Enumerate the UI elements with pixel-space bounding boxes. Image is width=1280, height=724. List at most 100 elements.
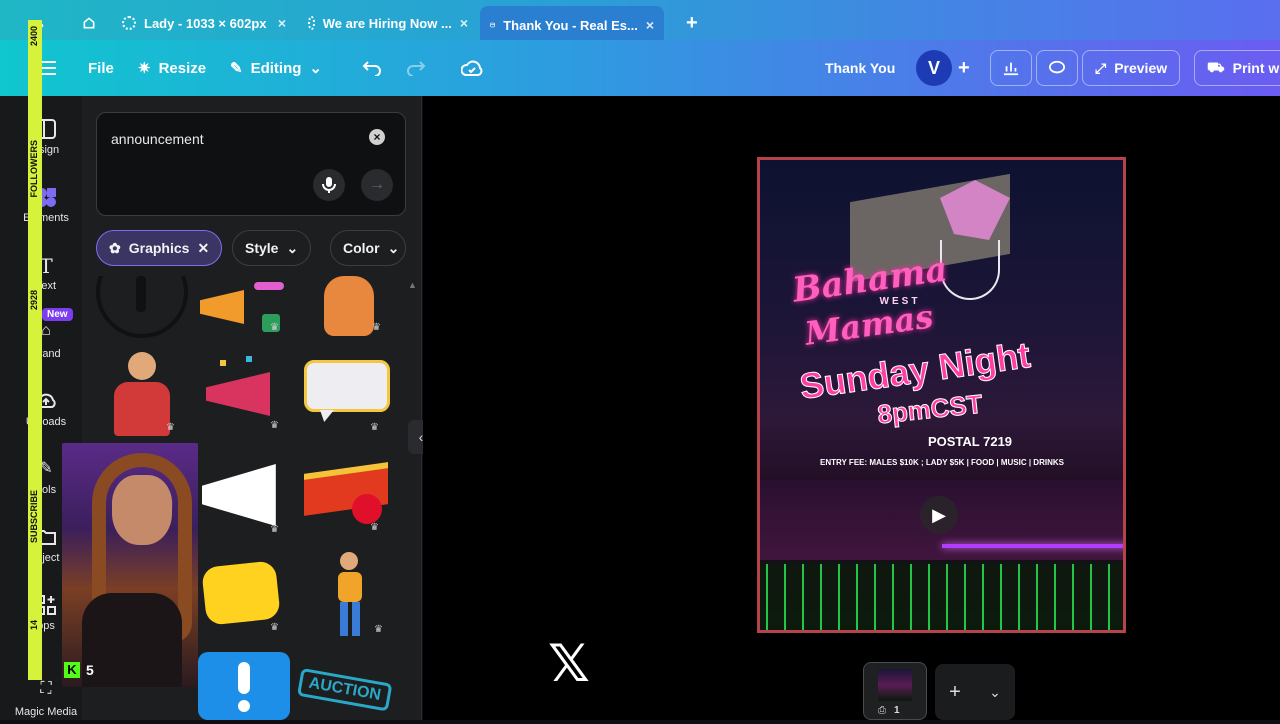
close-icon[interactable]: ×	[278, 15, 286, 31]
kick-count: 5	[86, 662, 94, 678]
poster-design[interactable]: Bahama WEST Mamas Sunday Night 8pmCST PO…	[757, 157, 1126, 633]
comment-icon[interactable]	[1036, 50, 1078, 86]
loading-icon	[308, 16, 315, 30]
close-icon[interactable]: ✕	[197, 240, 209, 257]
print-label: Print wi	[1232, 60, 1280, 76]
rail-design[interactable]: esign	[18, 118, 74, 156]
kick-logo-icon: K	[64, 662, 80, 678]
graphic-exclamation-blue[interactable]	[198, 652, 290, 720]
search-query: announcement	[111, 131, 204, 147]
page-thumbnail[interactable]: ⎙ 1	[863, 662, 927, 720]
filter-chip-style[interactable]: Style ⌄	[232, 230, 312, 266]
graphic-exclamation-circle[interactable]	[96, 276, 188, 338]
chevron-down-icon: ⌄	[387, 239, 400, 256]
filter-chip-graphics[interactable]: ✿ Graphics ✕	[96, 230, 223, 266]
rail-brand[interactable]: ⌂ Brand	[18, 322, 74, 360]
search-input[interactable]: announcement × →	[96, 112, 406, 216]
loading-icon	[122, 16, 136, 30]
resize-label: Resize	[158, 59, 207, 77]
chip-label: Color	[343, 240, 380, 256]
add-collaborator-button[interactable]: +	[958, 40, 970, 96]
sparkle-icon: ✷	[138, 60, 151, 77]
premium-crown-icon: ♛	[270, 322, 279, 333]
graphic-woman-headset[interactable]: ♛	[102, 346, 182, 438]
premium-crown-icon: ♛	[370, 522, 379, 533]
play-video-icon[interactable]: ▶	[920, 496, 958, 534]
new-badge: New	[42, 308, 73, 321]
auction-label: AUCTION	[296, 667, 393, 712]
tab-label: We are Hiring Now ...	[322, 15, 452, 31]
overlay-number: 2400	[29, 26, 39, 47]
stream-overlay-bar: 2400 FOLLOWERS 2928 SUBSCRIBE 14	[28, 20, 42, 680]
cloud-saved-icon[interactable]	[454, 52, 490, 84]
rail-uploads[interactable]: Uploads	[18, 390, 74, 428]
undo-icon[interactable]	[354, 52, 390, 84]
magic-image-icon: ⛶	[40, 680, 52, 697]
pencil-icon: ✎	[230, 60, 243, 77]
premium-crown-icon: ♛	[372, 322, 381, 333]
graphic-megaphone-icons[interactable]: ♛	[196, 276, 292, 338]
resize-button[interactable]: ✷ Resize	[138, 40, 206, 96]
truck-icon: ⛟	[1207, 58, 1225, 75]
chevron-down-icon: ⌄	[309, 60, 322, 77]
graphics-icon: ✿	[109, 239, 121, 256]
premium-crown-icon: ♛	[370, 422, 379, 433]
tab-lady[interactable]: Lady - 1033 × 602px ×	[112, 8, 296, 38]
browser-tab-bar: ••• Lady - 1033 × 602px × We are Hiring …	[0, 0, 1280, 44]
premium-crown-icon: ♛	[374, 624, 383, 635]
add-page-button[interactable]: +	[949, 681, 961, 704]
graphic-person-megaphone[interactable]: ♛	[302, 276, 394, 338]
preview-button[interactable]: ⤢ Preview	[1082, 50, 1181, 86]
graphic-yellow-speech-bubble[interactable]: ♛	[200, 558, 292, 638]
premium-crown-icon: ♛	[270, 622, 279, 633]
chevron-down-icon[interactable]: ⌄	[989, 684, 1001, 701]
graphic-red-banner[interactable]: ♛	[298, 462, 394, 536]
new-tab-button[interactable]: +	[676, 8, 708, 38]
microphone-icon[interactable]	[313, 169, 345, 201]
submit-arrow-icon[interactable]: →	[361, 169, 393, 201]
overlay-followers: FOLLOWERS	[29, 140, 39, 198]
tab-label: Lady - 1033 × 602px	[144, 15, 267, 31]
rail-elements[interactable]: Elements	[18, 186, 74, 224]
editor-toolbar: File ✷ Resize ✎ Editing ⌄ Thank You V + …	[0, 40, 1280, 96]
rail-text[interactable]: T Text	[18, 254, 74, 292]
overlay-number: 14	[29, 620, 39, 631]
print-button[interactable]: ⛟ Print wi	[1194, 50, 1280, 86]
tab-label: Thank You - Real Es...	[503, 17, 638, 33]
tab-thank-you[interactable]: Thank You - Real Es... ×	[480, 6, 664, 44]
graphic-woman-announcement[interactable]: ♛	[312, 548, 392, 640]
close-icon[interactable]: ×	[460, 15, 468, 31]
premium-crown-icon: ♛	[270, 524, 279, 535]
redo-icon[interactable]	[398, 52, 434, 84]
file-menu[interactable]: File	[88, 40, 114, 96]
overlay-subscribe: SUBSCRIBE	[29, 490, 39, 544]
overlay-number: 2928	[29, 290, 39, 311]
clear-search-icon[interactable]: ×	[369, 129, 385, 145]
graphic-megaphone-white[interactable]: ♛	[196, 454, 292, 538]
editing-mode-dropdown[interactable]: ✎ Editing ⌄	[230, 40, 322, 96]
rail-label: Magic Media	[14, 706, 78, 718]
panel-scrollbar[interactable]: ▲	[408, 280, 417, 716]
graphic-speech-bubble-white[interactable]: ♛	[298, 358, 394, 438]
document-title[interactable]: Thank You	[825, 40, 895, 96]
webcam-overlay	[62, 443, 198, 687]
home-icon[interactable]	[72, 8, 106, 38]
insights-icon[interactable]	[990, 50, 1032, 86]
chip-label: Style	[245, 240, 279, 256]
poster-entry-fee: ENTRY FEE: MALES $10K ; LADY $5K | FOOD …	[820, 458, 1064, 467]
page-number: 1	[894, 705, 900, 716]
document-icon	[490, 22, 495, 28]
graphic-auction-stamp[interactable]: AUCTION	[295, 664, 397, 724]
graphic-megaphone-confetti[interactable]: ♛	[196, 352, 292, 436]
avatar[interactable]: V	[916, 50, 952, 86]
tab-hiring[interactable]: We are Hiring Now ... ×	[298, 8, 478, 38]
expand-icon: ⤢	[1095, 59, 1107, 76]
filter-chip-color[interactable]: Color ⌄	[330, 230, 406, 266]
close-icon[interactable]: ×	[646, 17, 654, 33]
add-page-controls: + ⌄	[935, 664, 1015, 720]
print-icon: ⎙	[878, 705, 886, 716]
editing-label: Editing	[250, 59, 302, 77]
chip-label: Graphics	[128, 240, 190, 256]
x-logo-icon: 𝕏	[548, 634, 590, 694]
preview-label: Preview	[1114, 60, 1168, 76]
